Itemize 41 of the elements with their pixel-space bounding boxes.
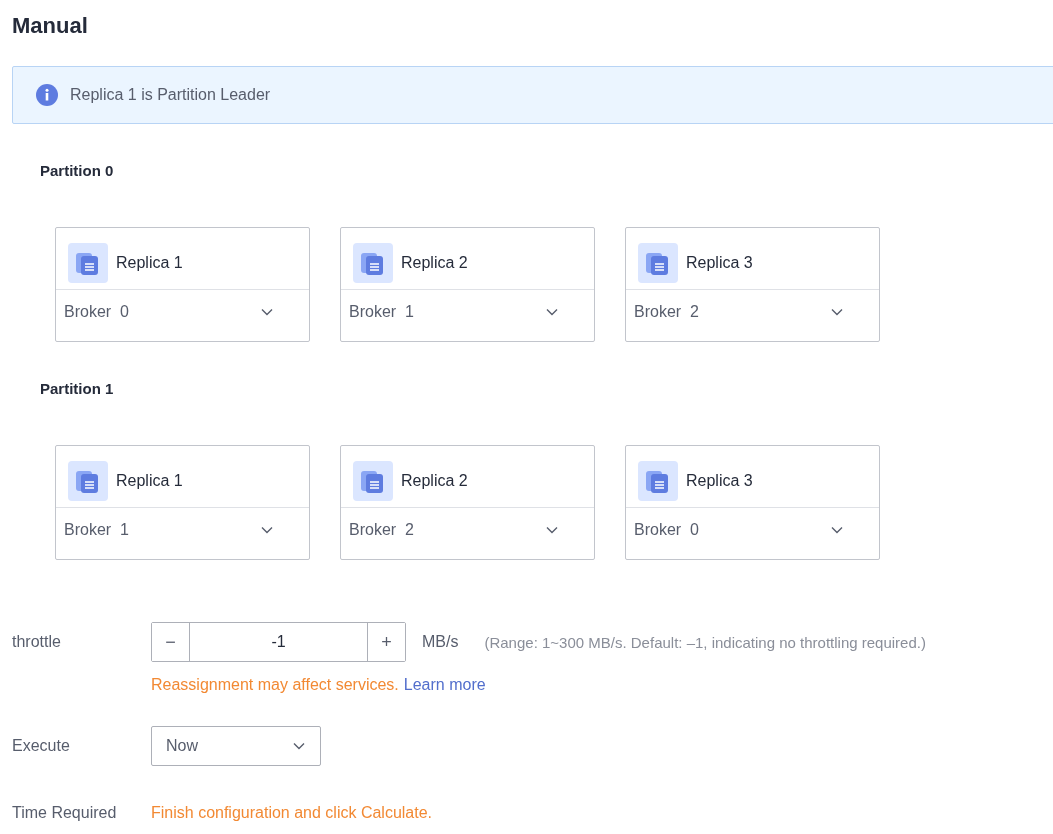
warning-text: Reassignment may affect services.	[151, 676, 399, 694]
caret-icon	[292, 742, 306, 750]
page-title: Manual	[12, 13, 89, 39]
broker-select[interactable]: Broker 2	[626, 290, 879, 334]
throttle-label: throttle	[12, 633, 62, 651]
caret-icon	[546, 308, 558, 316]
throttle-stepper[interactable]: − -1 +	[151, 622, 406, 662]
caret-icon	[831, 526, 843, 534]
replica-name: Replica 3	[686, 253, 753, 272]
throttle-input[interactable]: -1	[189, 623, 368, 661]
broker-select[interactable]: Broker 2	[341, 508, 594, 552]
range-hint: (Range: 1~300 MB/s. Default: –1, indicating no throttling required.)	[484, 633, 926, 651]
broker-select[interactable]: Broker 0	[626, 508, 879, 552]
replica-name: Replica 1	[116, 471, 183, 490]
info-icon	[36, 84, 58, 106]
broker-select[interactable]: Broker 1	[56, 508, 309, 552]
document-icon	[68, 242, 108, 283]
execute-select[interactable]: Now	[151, 726, 321, 766]
document-icon	[353, 460, 393, 501]
caret-icon	[261, 308, 273, 316]
partition-label: Partition 0	[40, 162, 115, 179]
replica-name: Replica 1	[116, 253, 183, 272]
document-icon	[68, 460, 108, 501]
document-icon	[638, 460, 678, 501]
unit-label: MB/s	[422, 633, 459, 651]
caret-icon	[261, 526, 273, 534]
replica-name: Replica 2	[401, 253, 468, 272]
caret-icon	[831, 308, 843, 316]
caret-icon	[546, 526, 558, 534]
execute-label: Execute	[12, 737, 71, 755]
learn-more-link[interactable]: Learn more	[403, 676, 486, 694]
partition-label: Partition 1	[40, 380, 115, 397]
broker-select[interactable]: Broker 0	[56, 290, 309, 334]
info-text: Replica 1 is Partition Leader	[70, 86, 271, 104]
replica-name: Replica 3	[686, 471, 753, 490]
replica-name: Replica 2	[401, 471, 468, 490]
broker-select[interactable]: Broker 1	[341, 290, 594, 334]
time-required-label: Time Required	[12, 804, 118, 822]
document-icon	[638, 242, 678, 283]
document-icon	[353, 242, 393, 283]
time-required-value: Finish configuration and click Calculate.	[151, 804, 433, 822]
